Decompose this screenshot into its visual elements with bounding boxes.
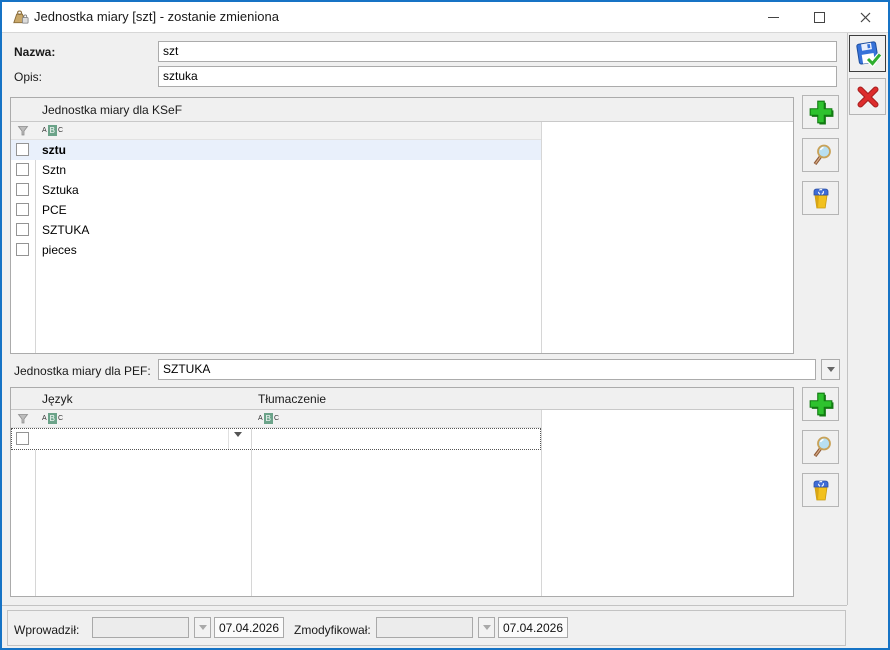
jezyk-column-header[interactable]: Język — [35, 388, 251, 410]
table-row[interactable]: pieces — [11, 240, 541, 260]
funnel-icon — [17, 414, 29, 424]
add-ksef-button[interactable] — [802, 95, 839, 129]
delete-translation-button[interactable] — [802, 473, 839, 507]
chevron-down-icon — [826, 367, 835, 376]
row-checkbox[interactable] — [16, 143, 29, 156]
zmodyfikowal-input — [376, 617, 473, 638]
close-button[interactable] — [842, 2, 888, 32]
table-row[interactable]: sztu — [11, 140, 541, 160]
chevron-down-icon — [482, 625, 491, 634]
magnifier-icon — [813, 144, 831, 166]
translations-table-header: Język Tłumaczenie — [11, 388, 793, 410]
table-row[interactable]: PCE — [11, 200, 541, 220]
search-ksef-button[interactable] — [802, 138, 839, 172]
magnifier-icon — [813, 436, 831, 458]
column-divider — [251, 429, 252, 449]
search-translation-button[interactable] — [802, 430, 839, 464]
table-row[interactable]: Sztuka — [11, 180, 541, 200]
maximize-icon — [813, 11, 825, 23]
footer-divider — [2, 605, 847, 606]
column-divider — [228, 429, 229, 449]
row-checkbox[interactable] — [16, 223, 29, 236]
dialog-window: Jednostka miary [szt] - zostanie zmienio… — [0, 0, 890, 650]
cancel-button[interactable] — [849, 78, 886, 115]
translations-filter-row[interactable]: ABC ABC — [11, 410, 541, 428]
minimize-icon — [767, 16, 779, 18]
pef-combo-dropdown-button[interactable] — [821, 359, 840, 380]
abc-filter-icon: ABC — [42, 125, 64, 136]
pef-combo-input[interactable]: SZTUKA — [158, 359, 816, 380]
trash-icon — [813, 480, 828, 501]
ksef-filter-row[interactable]: ABC — [11, 122, 541, 140]
ksef-table: Jednostka miary dla KSeF ABC sztu Sztn S… — [10, 97, 794, 354]
unit-of-measure-icon — [13, 10, 29, 24]
minimize-button[interactable] — [750, 2, 796, 32]
row-checkbox[interactable] — [16, 163, 29, 176]
translation-edit-row[interactable] — [11, 428, 541, 450]
zmodyfikowal-label: Zmodyfikował: — [294, 623, 371, 637]
wprowadzil-date: 07.04.2026 — [214, 617, 284, 638]
ksef-table-header: Jednostka miary dla KSeF — [11, 98, 793, 122]
nazwa-input[interactable]: szt — [158, 41, 837, 62]
row-checkbox[interactable] — [16, 243, 29, 256]
table-row[interactable]: SZTUKA — [11, 220, 541, 240]
zmodyfikowal-dropdown-button[interactable] — [478, 617, 495, 638]
jezyk-cell-dropdown-button[interactable] — [234, 432, 242, 441]
row-checkbox[interactable] — [16, 183, 29, 196]
maximize-button[interactable] — [796, 2, 842, 32]
titlebar: Jednostka miary [szt] - zostanie zmienio… — [2, 2, 888, 33]
add-translation-button[interactable] — [802, 387, 839, 421]
column-divider — [541, 98, 542, 353]
column-divider — [541, 388, 542, 596]
cancel-icon — [856, 85, 879, 108]
abc-filter-icon: ABC — [42, 413, 64, 424]
table-row[interactable]: Sztn — [11, 160, 541, 180]
plus-icon — [809, 100, 833, 125]
chevron-down-icon — [198, 625, 207, 634]
opis-label: Opis: — [14, 70, 43, 84]
panel-divider — [847, 33, 848, 605]
tlumaczenie-column-header[interactable]: Tłumaczenie — [251, 388, 541, 410]
trash-icon — [813, 188, 828, 209]
delete-ksef-button[interactable] — [802, 181, 839, 215]
wprowadzil-label: Wprowadził: — [14, 623, 80, 637]
save-icon — [855, 40, 882, 67]
wprowadzil-dropdown-button[interactable] — [194, 617, 211, 638]
translations-table: Język Tłumaczenie ABC ABC — [10, 387, 794, 597]
zmodyfikowal-date: 07.04.2026 — [498, 617, 568, 638]
wprowadzil-input — [92, 617, 189, 638]
window-title: Jednostka miary [szt] - zostanie zmienio… — [34, 9, 279, 24]
close-icon — [860, 12, 870, 22]
ksef-column-header[interactable]: Jednostka miary dla KSeF — [35, 98, 541, 122]
nazwa-label: Nazwa: — [14, 45, 56, 59]
abc-filter-icon: ABC — [258, 413, 280, 424]
funnel-icon — [17, 126, 29, 136]
plus-icon — [809, 392, 833, 417]
pef-label: Jednostka miary dla PEF: — [14, 364, 151, 378]
save-button[interactable] — [849, 35, 886, 72]
row-checkbox[interactable] — [16, 203, 29, 216]
opis-input[interactable]: sztuka — [158, 66, 837, 87]
row-checkbox[interactable] — [16, 432, 29, 445]
chevron-down-icon — [234, 432, 242, 441]
